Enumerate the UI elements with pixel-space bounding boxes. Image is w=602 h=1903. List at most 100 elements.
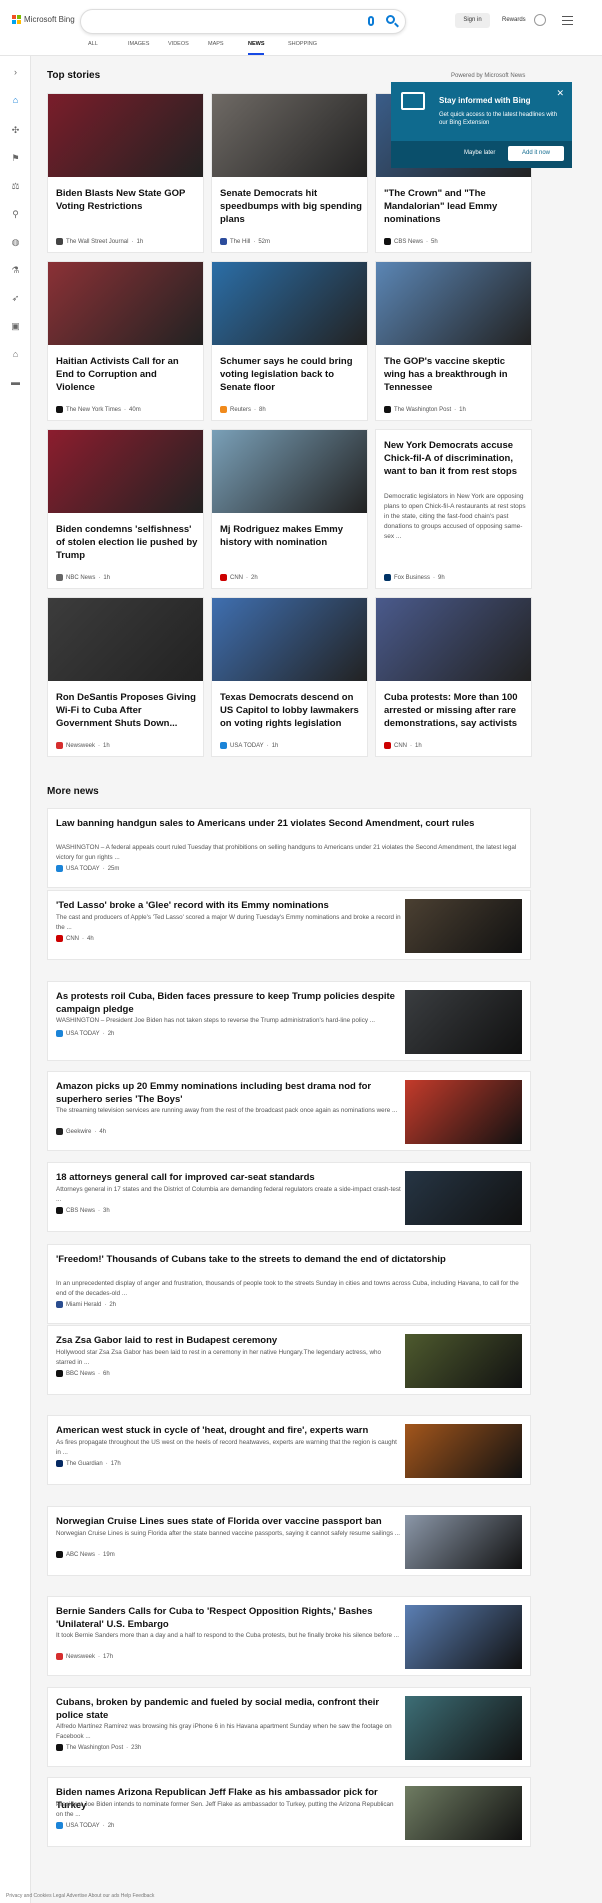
card-icon[interactable]: ▬ xyxy=(11,378,20,387)
news-title[interactable]: Bernie Sanders Calls for Cuba to 'Respec… xyxy=(56,1605,401,1631)
rocket-icon[interactable]: ➶ xyxy=(11,294,20,303)
expand-chevron-icon[interactable]: › xyxy=(11,68,20,77)
news-thumbnail[interactable] xyxy=(405,1515,522,1569)
story-image[interactable] xyxy=(48,94,203,177)
news-item[interactable]: 'Freedom!' Thousands of Cubans take to t… xyxy=(47,1244,531,1324)
source-logo-icon xyxy=(56,742,63,749)
news-title[interactable]: Cubans, broken by pandemic and fueled by… xyxy=(56,1696,401,1722)
hamburger-menu-icon[interactable] xyxy=(562,16,573,28)
maybe-later-button[interactable]: Maybe later xyxy=(464,150,495,156)
story-card[interactable]: Mj Rodriguez makes Emmy history with nom… xyxy=(211,429,368,589)
tab-shopping[interactable]: SHOPPING xyxy=(288,41,328,55)
globe-icon[interactable]: ◍ xyxy=(11,238,20,247)
news-thumbnail[interactable] xyxy=(405,899,522,953)
story-image[interactable] xyxy=(212,262,367,345)
news-item[interactable]: Norwegian Cruise Lines sues state of Flo… xyxy=(47,1506,531,1576)
tab-maps[interactable]: MAPS xyxy=(208,41,248,55)
news-title[interactable]: Norwegian Cruise Lines sues state of Flo… xyxy=(56,1515,401,1528)
story-title[interactable]: Schumer says he could bring voting legis… xyxy=(220,355,362,394)
news-item[interactable]: Biden names Arizona Republican Jeff Flak… xyxy=(47,1777,531,1847)
top-stories-heading: Top stories xyxy=(47,70,101,81)
story-card[interactable]: Schumer says he could bring voting legis… xyxy=(211,261,368,421)
film-icon[interactable]: ▣ xyxy=(11,322,20,331)
source-logo-icon xyxy=(56,406,63,413)
news-thumbnail[interactable] xyxy=(405,1605,522,1669)
news-item[interactable]: As protests roil Cuba, Biden faces press… xyxy=(47,981,531,1061)
story-image[interactable] xyxy=(48,430,203,513)
location-icon[interactable]: ⚲ xyxy=(11,210,20,219)
tab-images[interactable]: IMAGES xyxy=(128,41,168,55)
tab-all[interactable]: ALL xyxy=(88,41,128,55)
search-icon[interactable] xyxy=(386,15,395,24)
story-title[interactable]: Mj Rodriguez makes Emmy history with nom… xyxy=(220,523,362,549)
search-input[interactable] xyxy=(80,9,406,34)
tab-videos[interactable]: VIDEOS xyxy=(168,41,208,55)
microscope-icon[interactable]: ⚗ xyxy=(11,266,20,275)
story-image[interactable] xyxy=(212,430,367,513)
story-title[interactable]: Haitian Activists Call for an End to Cor… xyxy=(56,355,198,394)
story-card[interactable]: Haitian Activists Call for an End to Cor… xyxy=(47,261,204,421)
news-thumbnail[interactable] xyxy=(405,990,522,1054)
microphone-icon[interactable] xyxy=(368,16,374,26)
story-card[interactable]: New York Democrats accuse Chick-fil-A of… xyxy=(375,429,532,589)
sign-in-button[interactable]: Sign in xyxy=(455,13,490,28)
bing-logo[interactable]: Microsoft Bing xyxy=(12,15,75,24)
home-icon[interactable]: ⌂ xyxy=(11,96,20,105)
scale-icon[interactable]: ⚖ xyxy=(11,182,20,191)
news-title[interactable]: 18 attorneys general call for improved c… xyxy=(56,1171,401,1184)
news-item[interactable]: Bernie Sanders Calls for Cuba to 'Respec… xyxy=(47,1596,531,1676)
news-title[interactable]: Amazon picks up 20 Emmy nominations incl… xyxy=(56,1080,401,1106)
news-title[interactable]: As protests roil Cuba, Biden faces press… xyxy=(56,990,401,1016)
story-card[interactable]: Cuba protests: More than 100 arrested or… xyxy=(375,597,532,757)
add-it-now-button[interactable]: Add it now xyxy=(508,146,564,161)
news-title[interactable]: 'Freedom!' Thousands of Cubans take to t… xyxy=(56,1253,521,1266)
story-image[interactable] xyxy=(48,262,203,345)
close-icon[interactable]: ✕ xyxy=(556,88,564,99)
news-item[interactable]: 'Ted Lasso' broke a 'Glee' record with i… xyxy=(47,890,531,960)
tab-news[interactable]: NEWS xyxy=(248,41,288,55)
story-card[interactable]: Texas Democrats descend on US Capitol to… xyxy=(211,597,368,757)
news-title[interactable]: American west stuck in cycle of 'heat, d… xyxy=(56,1424,401,1437)
story-card[interactable]: Ron DeSantis Proposes Giving Wi-Fi to Cu… xyxy=(47,597,204,757)
story-image[interactable] xyxy=(212,94,367,177)
flag-icon[interactable]: ⚑ xyxy=(11,154,20,163)
footer-links[interactable]: Privacy and Cookies Legal Advertise Abou… xyxy=(0,1893,602,1903)
puzzle-icon[interactable]: ✣ xyxy=(11,126,20,135)
story-image[interactable] xyxy=(48,598,203,681)
story-card[interactable]: The GOP's vaccine skeptic wing has a bre… xyxy=(375,261,532,421)
news-thumbnail[interactable] xyxy=(405,1171,522,1225)
news-thumbnail[interactable] xyxy=(405,1080,522,1144)
rewards-link[interactable]: Rewards xyxy=(502,17,526,23)
story-image[interactable] xyxy=(212,598,367,681)
story-title[interactable]: Biden Blasts New State GOP Voting Restri… xyxy=(56,187,198,213)
story-title[interactable]: Texas Democrats descend on US Capitol to… xyxy=(220,691,362,730)
news-item[interactable]: Amazon picks up 20 Emmy nominations incl… xyxy=(47,1071,531,1151)
story-title[interactable]: Senate Democrats hit speedbumps with big… xyxy=(220,187,362,226)
news-item[interactable]: Law banning handgun sales to Americans u… xyxy=(47,808,531,888)
story-card[interactable]: Biden Blasts New State GOP Voting Restri… xyxy=(47,93,204,253)
story-title[interactable]: "The Crown" and "The Mandalorian" lead E… xyxy=(384,187,526,226)
story-image[interactable] xyxy=(376,262,531,345)
news-title[interactable]: 'Ted Lasso' broke a 'Glee' record with i… xyxy=(56,899,401,912)
news-thumbnail[interactable] xyxy=(405,1696,522,1760)
story-card[interactable]: Biden condemns 'selfishness' of stolen e… xyxy=(47,429,204,589)
news-title[interactable]: Law banning handgun sales to Americans u… xyxy=(56,817,521,830)
story-title[interactable]: The GOP's vaccine skeptic wing has a bre… xyxy=(384,355,526,394)
story-card[interactable]: Senate Democrats hit speedbumps with big… xyxy=(211,93,368,253)
news-item[interactable]: 18 attorneys general call for improved c… xyxy=(47,1162,531,1232)
news-title[interactable]: Zsa Zsa Gabor laid to rest in Budapest c… xyxy=(56,1334,401,1347)
news-thumbnail[interactable] xyxy=(405,1334,522,1388)
news-item[interactable]: Cubans, broken by pandemic and fueled by… xyxy=(47,1687,531,1767)
news-thumbnail[interactable] xyxy=(405,1786,522,1840)
news-thumbnail[interactable] xyxy=(405,1424,522,1478)
story-title[interactable]: Biden condemns 'selfishness' of stolen e… xyxy=(56,523,198,562)
separator: · xyxy=(98,1551,101,1558)
news-item[interactable]: Zsa Zsa Gabor laid to rest in Budapest c… xyxy=(47,1325,531,1395)
bank-icon[interactable]: ⌂ xyxy=(11,350,20,359)
news-item[interactable]: American west stuck in cycle of 'heat, d… xyxy=(47,1415,531,1485)
story-image[interactable] xyxy=(376,598,531,681)
rewards-medal-icon[interactable] xyxy=(534,14,546,26)
story-title[interactable]: Ron DeSantis Proposes Giving Wi-Fi to Cu… xyxy=(56,691,198,730)
story-title[interactable]: New York Democrats accuse Chick-fil-A of… xyxy=(384,439,526,478)
story-title[interactable]: Cuba protests: More than 100 arrested or… xyxy=(384,691,526,730)
